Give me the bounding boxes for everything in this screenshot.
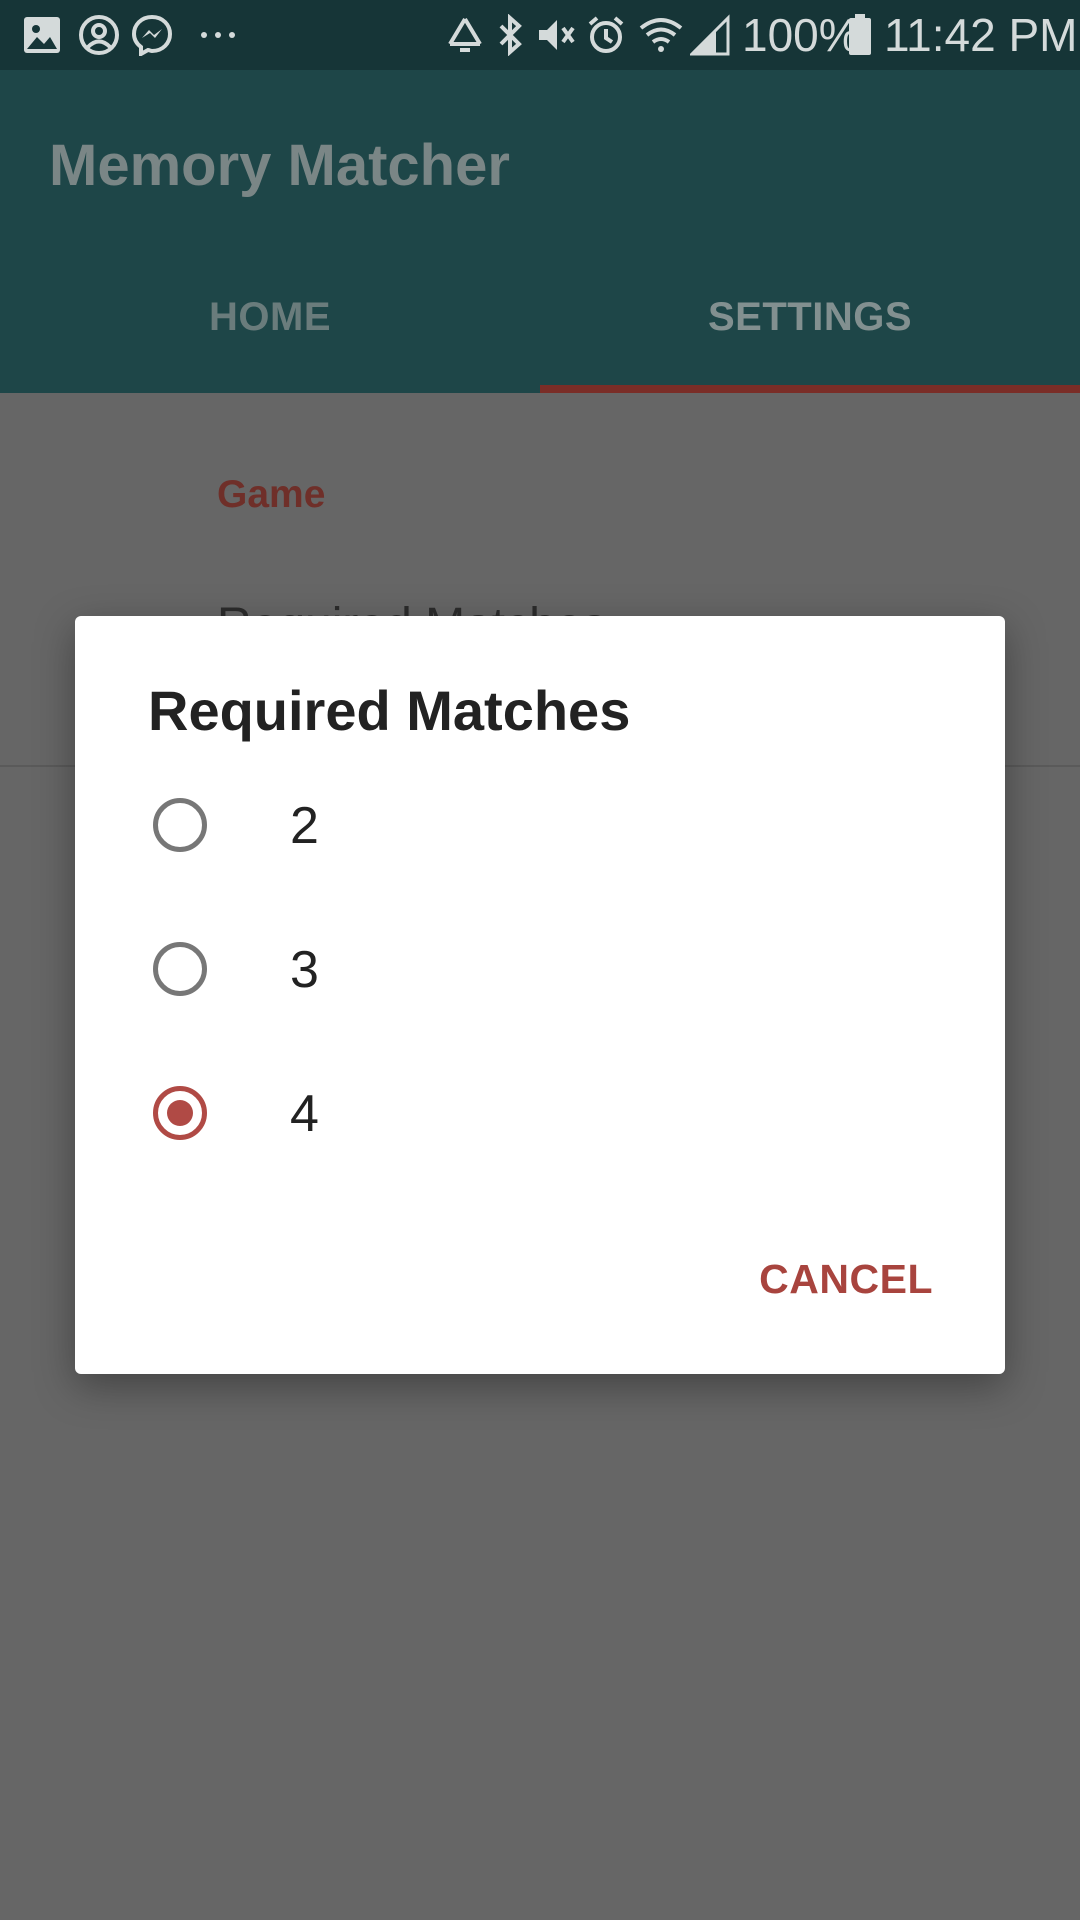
alarm-icon: [588, 16, 624, 53]
battery-icon: [849, 14, 871, 55]
radio-unchecked-icon[interactable]: [153, 942, 207, 996]
app-title: Memory Matcher: [49, 133, 510, 198]
radio-checked-icon[interactable]: [153, 1086, 207, 1140]
radio-option-label: 3: [290, 941, 319, 999]
cancel-button[interactable]: CANCEL: [759, 1256, 933, 1303]
dialog-title: Required Matches: [148, 679, 631, 742]
status-bar: 100% 11:42 PM: [0, 0, 1080, 70]
account-circle-icon: [79, 15, 119, 55]
messenger-icon: [131, 14, 173, 56]
app-bar: Memory Matcher HOME SETTINGS: [0, 70, 1080, 393]
vibrate-icon: [539, 20, 575, 50]
radio-option-2[interactable]: 2: [75, 756, 1005, 900]
tab-settings[interactable]: SETTINGS: [540, 295, 1080, 340]
radio-unchecked-icon[interactable]: [153, 798, 207, 852]
signal-icon: [690, 14, 730, 56]
tab-home[interactable]: HOME: [0, 295, 540, 340]
settings-category-title: Game: [217, 473, 326, 516]
recycle-icon: [448, 17, 482, 52]
radio-option-label: 2: [290, 797, 319, 855]
radio-option-3[interactable]: 3: [75, 900, 1005, 1044]
radio-option-4[interactable]: 4: [75, 1044, 1005, 1188]
required-matches-dialog: Required Matches 2 3 4 CANCEL: [75, 616, 1005, 1374]
image-icon: [24, 17, 60, 53]
status-time: 11:42 PM: [884, 9, 1078, 61]
battery-percent: 100%: [742, 9, 860, 61]
bluetooth-icon: [499, 14, 522, 56]
more-dots-icon: [201, 32, 235, 38]
radio-option-label: 4: [290, 1085, 319, 1143]
tab-indicator: [540, 385, 1080, 393]
wifi-icon: [639, 18, 683, 52]
